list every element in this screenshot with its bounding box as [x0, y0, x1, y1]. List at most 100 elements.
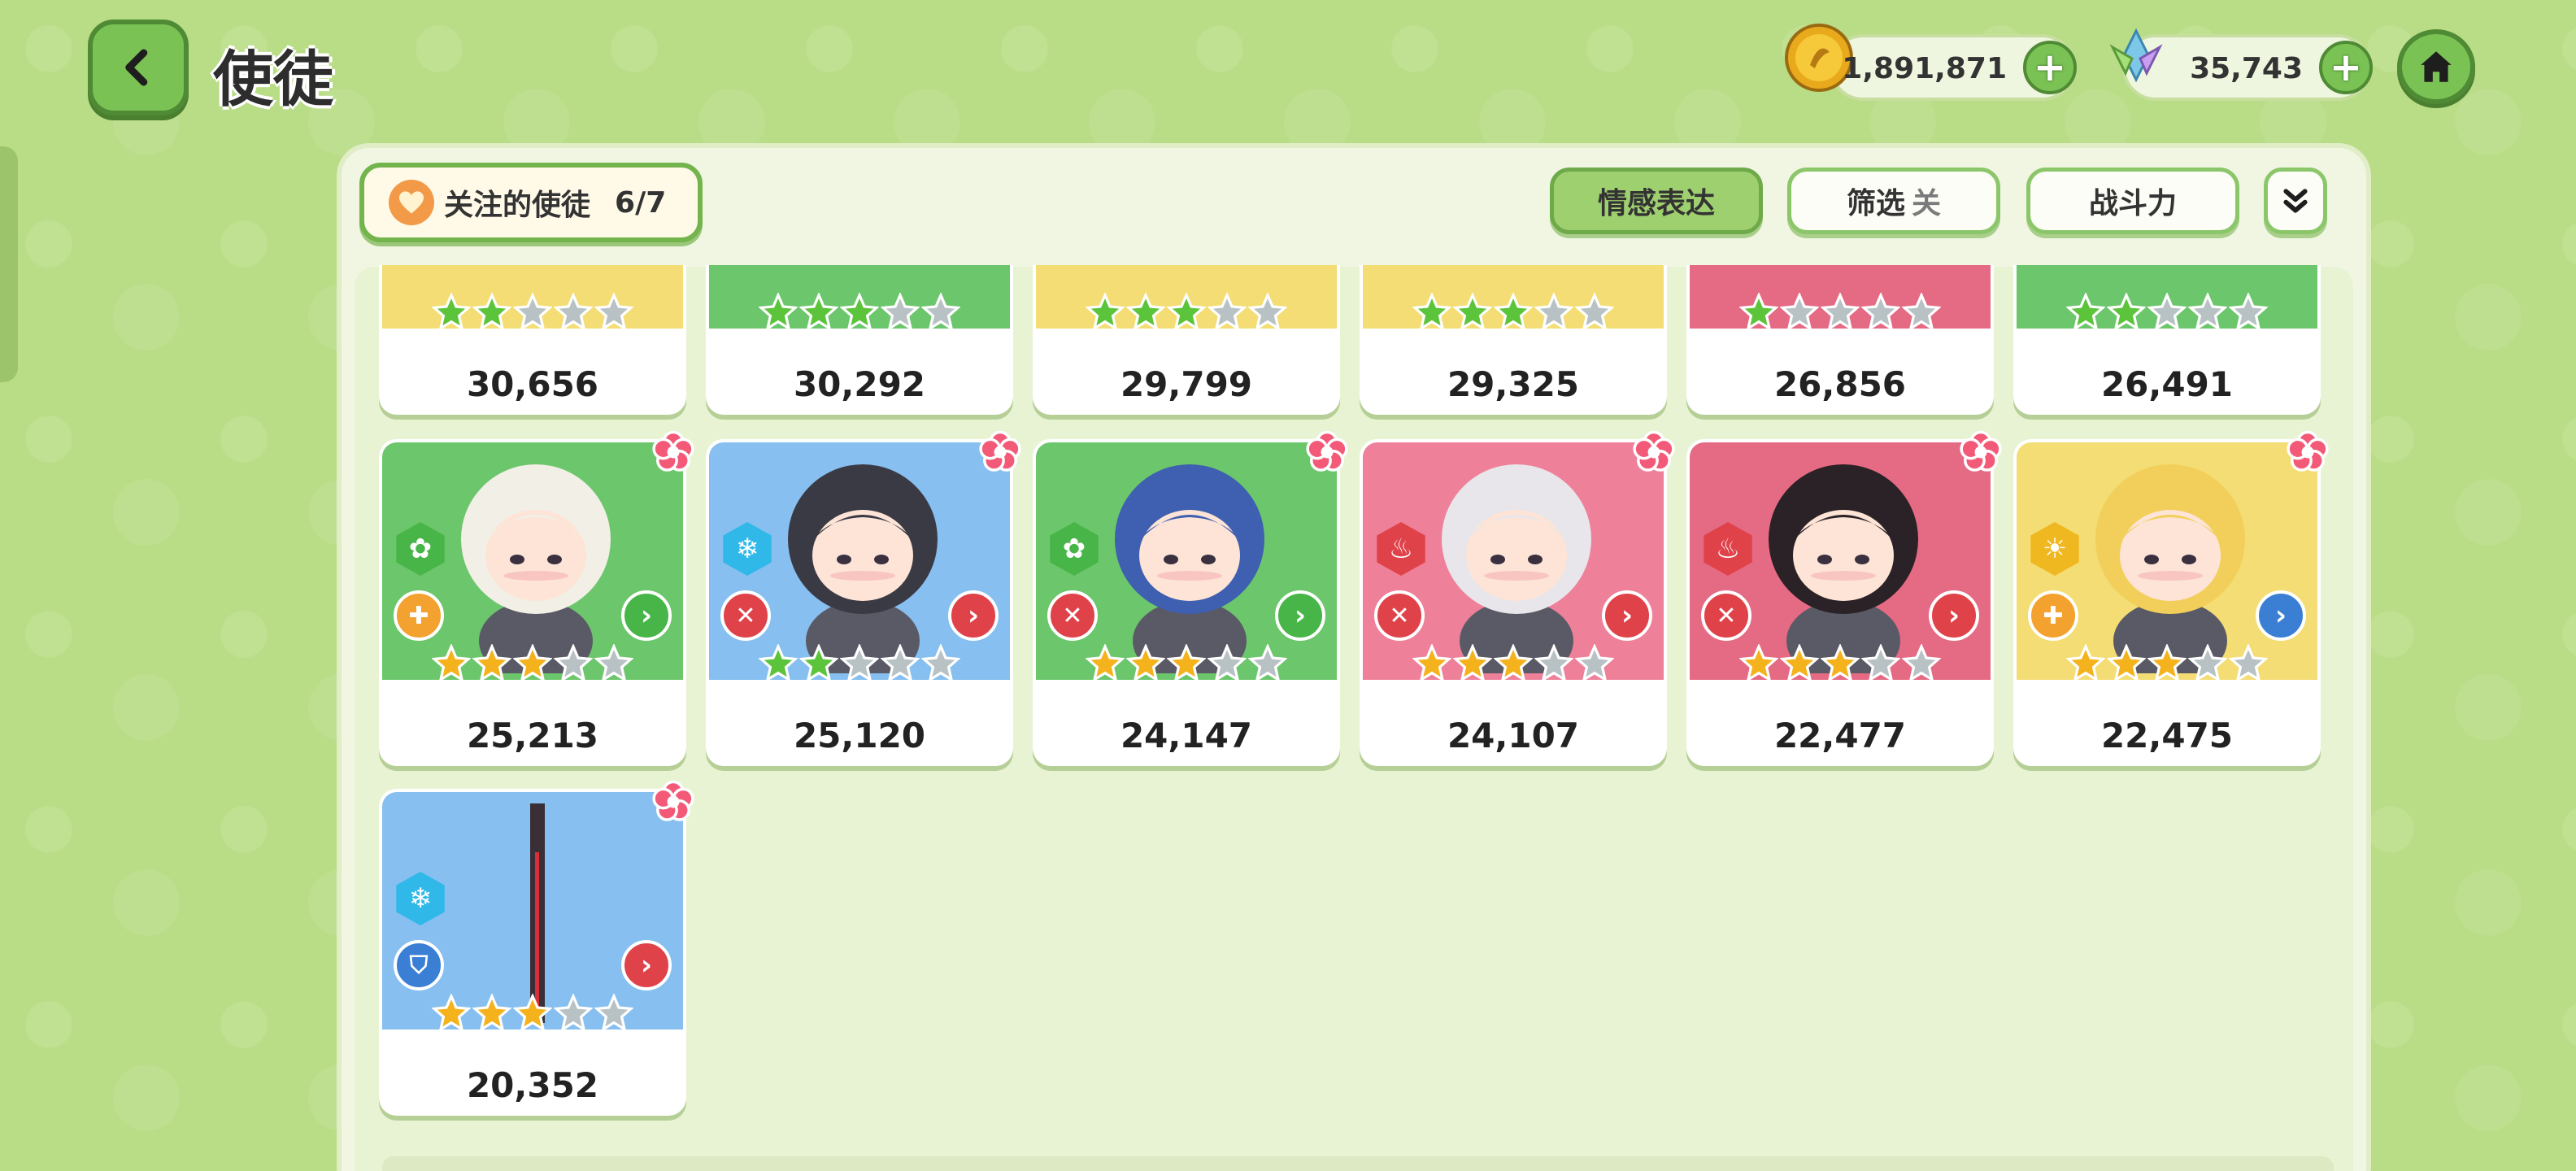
emotion-expression-button[interactable]: 情感表达 [1550, 168, 1763, 234]
star-rating [706, 644, 1013, 683]
favorite-flower-icon[interactable] [651, 429, 696, 475]
add-gold-button[interactable]: + [2023, 41, 2077, 94]
star-rating [1360, 293, 1667, 332]
back-button[interactable] [88, 20, 189, 115]
star-rating [2013, 293, 2321, 332]
star-filled-icon [1412, 644, 1451, 682]
combat-power: 22,477 [1773, 716, 1907, 755]
home-icon [2421, 51, 2452, 82]
apostle-card[interactable]: ☀ ✚ › 22,475 [2013, 430, 2329, 766]
star-empty-icon [1861, 644, 1900, 682]
star-filled-icon [1739, 293, 1778, 331]
favorite-flower-icon[interactable] [1631, 429, 1677, 475]
emotion-label: 情感表达 [1597, 187, 1715, 220]
star-filled-icon [2066, 644, 2105, 682]
star-filled-icon [1086, 644, 1125, 682]
crystal-currency: 35,743 + [2109, 28, 2373, 101]
star-filled-icon [1453, 293, 1492, 331]
light-element-icon: ☀ [2030, 522, 2079, 576]
combat-power: 22,475 [2100, 716, 2234, 755]
combat-power: 24,107 [1447, 716, 1580, 755]
star-filled-icon [1739, 644, 1778, 682]
combat-power: 30,656 [466, 364, 599, 404]
star-filled-icon [472, 644, 511, 682]
star-empty-icon [1575, 644, 1614, 682]
star-empty-icon [881, 293, 920, 331]
chevron-right-icon: › [621, 940, 672, 990]
home-button[interactable] [2397, 29, 2475, 104]
star-filled-icon [1453, 644, 1492, 682]
star-rating [1360, 644, 1667, 683]
star-rating [1033, 644, 1340, 683]
star-rating [1686, 293, 1994, 332]
favorite-flower-icon[interactable] [651, 779, 696, 825]
star-filled-icon [1167, 293, 1206, 331]
combat-power: 30,292 [793, 364, 926, 404]
star-empty-icon [1208, 293, 1247, 331]
combat-power: 26,491 [2100, 364, 2234, 404]
leaf-element-icon: ✿ [396, 522, 445, 576]
star-empty-icon [554, 644, 593, 682]
filter-button[interactable]: 筛选 关 [1787, 168, 2000, 234]
star-filled-icon [472, 994, 511, 1032]
chibi-character-icon [1442, 464, 1591, 673]
star-empty-icon [1902, 644, 1941, 682]
star-filled-icon [513, 644, 552, 682]
chevron-right-icon: › [948, 590, 999, 641]
apostle-card[interactable]: ♨ ✕ › 22,477 [1686, 430, 2002, 766]
chibi-character-icon [530, 803, 545, 1023]
sort-order-button[interactable] [2264, 168, 2327, 234]
star-empty-icon [1248, 644, 1287, 682]
favorite-flower-icon[interactable] [1304, 429, 1350, 475]
star-filled-icon [799, 293, 838, 331]
star-rating [706, 293, 1013, 332]
chibi-character-icon [461, 464, 611, 673]
star-empty-icon [2188, 293, 2227, 331]
star-filled-icon [1494, 293, 1533, 331]
star-rating [2013, 644, 2321, 683]
chevron-left-icon [125, 49, 148, 86]
combat-power: 29,325 [1447, 364, 1580, 404]
ice-element-icon: ❄ [396, 872, 445, 925]
star-filled-icon [2107, 644, 2146, 682]
star-rating [1033, 293, 1340, 332]
fire-element-icon: ♨ [1377, 522, 1425, 576]
shield-role-icon: ⛉ [394, 940, 444, 990]
favorite-flower-icon[interactable] [2285, 429, 2330, 475]
favorite-count: 6/7 [615, 185, 667, 220]
sword-role-icon: ✕ [1701, 590, 1751, 641]
star-empty-icon [1575, 293, 1614, 331]
apostle-card[interactable]: ♨ ✕ › 24,107 [1360, 430, 1675, 766]
side-drawer-handle[interactable] [0, 146, 18, 382]
apostle-card[interactable]: ✿ ✕ › 24,147 [1033, 430, 1348, 766]
favorite-flower-icon[interactable] [977, 429, 1023, 475]
power-sort-label: 战斗力 [2088, 187, 2177, 220]
apostle-card[interactable]: ✿ ✚ › 25,213 [379, 430, 694, 766]
apostle-card[interactable]: ❄ ✕ › 25,120 [706, 430, 1021, 766]
apostle-grid: 30,656 30,292 29,799 29,325 26,856 26,491 ✿ ✚ › 2… [366, 265, 2350, 1171]
star-empty-icon [921, 644, 960, 682]
combat-power: 26,856 [1773, 364, 1907, 404]
star-empty-icon [1534, 293, 1573, 331]
star-empty-icon [594, 644, 633, 682]
combat-power: 24,147 [1120, 716, 1253, 755]
star-filled-icon [472, 293, 511, 331]
leaf-element-icon: ✿ [1050, 522, 1099, 576]
favorite-label: 关注的使徒 [444, 189, 591, 222]
star-filled-icon [759, 644, 798, 682]
favorite-apostles-button[interactable]: 关注的使徒 6/7 [359, 163, 703, 242]
sort-power-button[interactable]: 战斗力 [2026, 168, 2239, 234]
heart-icon [389, 180, 434, 225]
apostle-card[interactable]: ❄ ⛉ › 20,352 [379, 780, 694, 1116]
star-empty-icon [1534, 644, 1573, 682]
favorite-flower-icon[interactable] [1958, 429, 2004, 475]
cross-role-icon: ✚ [2028, 590, 2078, 641]
chevron-right-icon: › [1275, 590, 1325, 641]
star-empty-icon [2188, 644, 2227, 682]
chevron-right-icon: › [1929, 590, 1979, 641]
add-crystal-button[interactable]: + [2319, 41, 2373, 94]
chevron-double-down-icon [2283, 189, 2308, 213]
star-empty-icon [1821, 293, 1860, 331]
star-empty-icon [554, 994, 593, 1032]
star-filled-icon [432, 644, 471, 682]
